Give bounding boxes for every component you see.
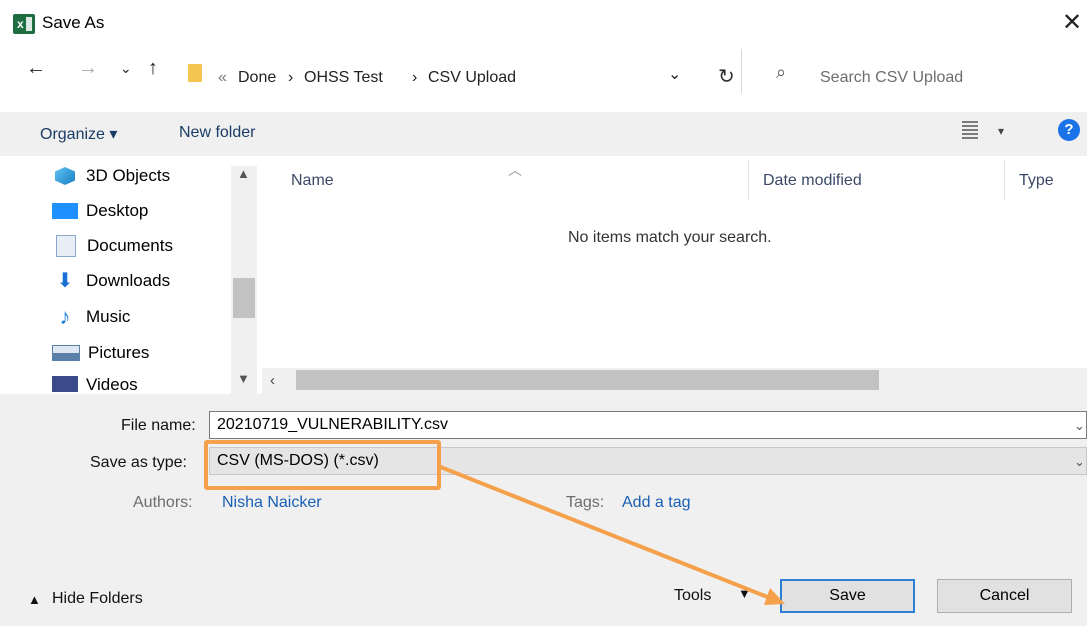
annotation-arrow	[437, 464, 785, 605]
